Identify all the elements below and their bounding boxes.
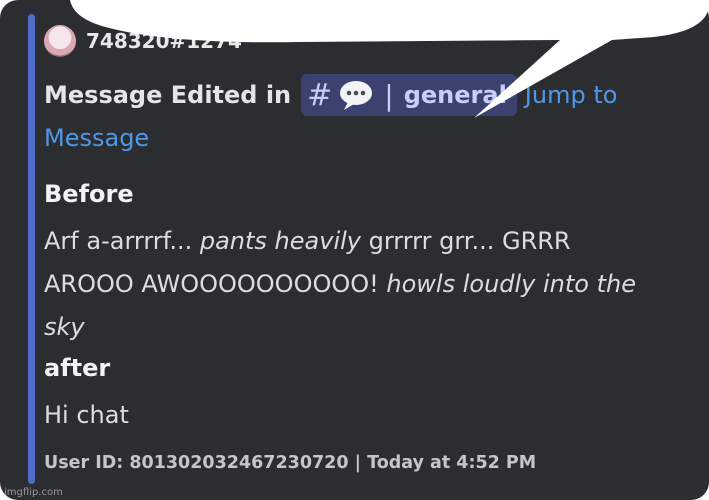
after-value: Hi chat — [44, 401, 129, 429]
embed-title: Message Edited in # | general Jump to — [44, 74, 617, 116]
after-label: after — [44, 354, 111, 382]
before-text-1: Arf a-arrrrf... — [44, 227, 200, 255]
message-embed: 748320#1274 Message Edited in # | genera… — [0, 0, 709, 500]
channel-mention[interactable]: # | general — [301, 74, 517, 116]
embed-title-text: Message Edited in — [44, 81, 292, 109]
before-value: Arf a-arrrrf... pants heavily grrrrr grr… — [44, 220, 654, 349]
jump-to-message-link[interactable]: Jump to — [525, 81, 618, 109]
before-label: Before — [44, 180, 134, 208]
embed-footer: User ID: 801302032467230720 | Today at 4… — [44, 453, 537, 473]
author-name[interactable]: 748320#1274 — [86, 29, 242, 53]
before-action-1: pants heavily — [199, 227, 361, 255]
channel-name[interactable]: general — [404, 81, 507, 109]
watermark: imgflip.com — [4, 487, 63, 498]
channel-separator: | — [384, 78, 394, 112]
hash-icon: # — [307, 77, 333, 113]
avatar[interactable] — [44, 25, 76, 57]
jump-to-message-link-continued[interactable]: Message — [44, 124, 149, 152]
embed-accent-bar — [28, 14, 35, 484]
speech-bubble-icon — [340, 81, 373, 110]
embed-author[interactable]: 748320#1274 — [44, 24, 242, 58]
